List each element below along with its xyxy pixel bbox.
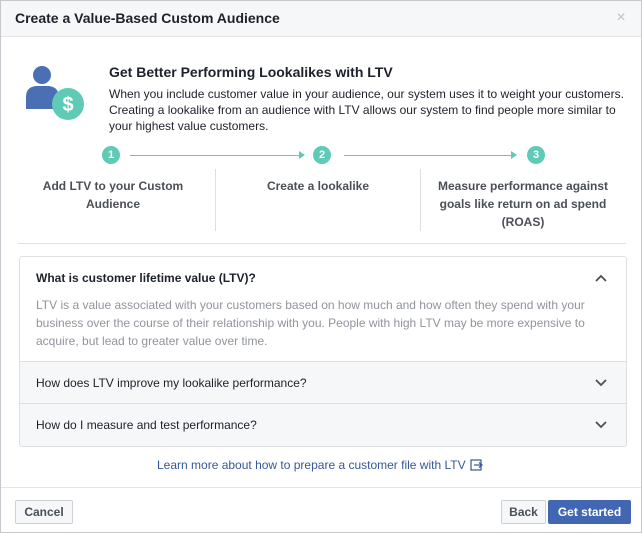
faq-item-ltv[interactable]: What is customer lifetime value (LTV)? L… — [20, 257, 626, 362]
learn-more-link[interactable]: Learn more about how to prepare a custom… — [157, 458, 483, 472]
faq-item-measure-performance[interactable]: How do I measure and test performance? — [20, 404, 626, 446]
get-started-button[interactable]: Get started — [548, 500, 631, 524]
chevron-up-icon[interactable] — [594, 273, 608, 283]
faq-item-title: What is customer lifetime value (LTV)? — [36, 271, 256, 285]
chevron-down-icon[interactable] — [594, 378, 608, 388]
cancel-button[interactable]: Cancel — [15, 500, 73, 524]
section-divider — [18, 243, 626, 244]
person-dollar-icon: $ — [26, 66, 84, 120]
learn-more-label: Learn more about how to prepare a custom… — [157, 458, 466, 472]
back-button[interactable]: Back — [501, 500, 546, 524]
step-3-badge: 3 — [527, 146, 545, 164]
arrow-right-icon — [511, 151, 517, 159]
step-connector-1 — [130, 155, 300, 156]
step-divider — [420, 169, 421, 231]
close-icon[interactable]: × — [613, 9, 629, 27]
step-3-label: Measure performance against goals like r… — [437, 179, 609, 229]
faq-item-lookalike-performance[interactable]: How does LTV improve my lookalike perfor… — [20, 362, 626, 404]
external-link-icon — [470, 459, 483, 471]
faq-item-title: How does LTV improve my lookalike perfor… — [36, 376, 307, 390]
faq-item-title: How do I measure and test performance? — [36, 418, 257, 432]
value-based-audience-dialog: Create a Value-Based Custom Audience × $… — [0, 0, 642, 533]
step-connector-2 — [344, 155, 512, 156]
step-1-badge: 1 — [102, 146, 120, 164]
dialog-header: Create a Value-Based Custom Audience × — [1, 1, 641, 37]
step-2-label: Create a lookalike — [266, 179, 370, 193]
svg-text:$: $ — [62, 94, 73, 116]
faq-accordion: What is customer lifetime value (LTV)? L… — [19, 256, 627, 447]
hero-description: When you include customer value in your … — [109, 87, 624, 133]
chevron-down-icon[interactable] — [594, 420, 608, 430]
step-2-badge: 2 — [313, 146, 331, 164]
step-1-label: Add LTV to your Custom Audience — [42, 179, 184, 211]
faq-item-body: LTV is a value associated with your cust… — [36, 298, 585, 348]
dialog-footer: Cancel Back Get started — [1, 487, 641, 532]
arrow-right-icon — [299, 151, 305, 159]
step-divider — [215, 169, 216, 231]
hero-title: Get Better Performing Lookalikes with LT… — [109, 64, 393, 80]
dialog-title: Create a Value-Based Custom Audience — [15, 10, 280, 26]
